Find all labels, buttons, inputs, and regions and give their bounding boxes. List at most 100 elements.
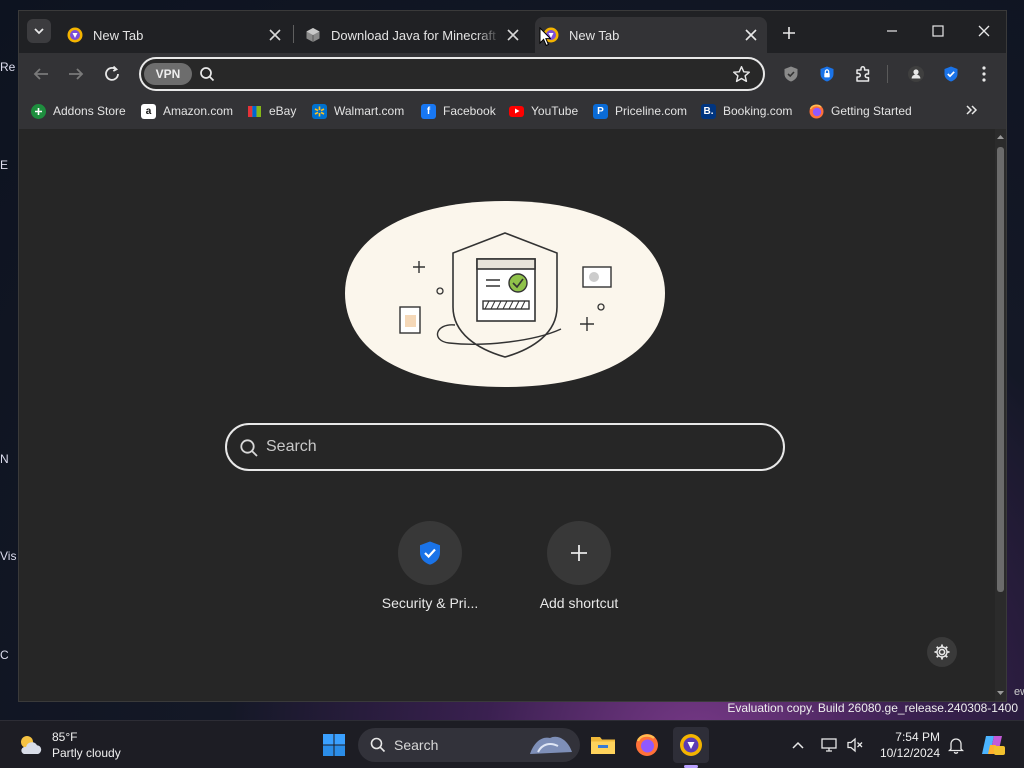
bookmark-label: eBay [269,104,297,118]
bookmark-priceline[interactable]: P Priceline.com [593,101,687,121]
minimize-icon [887,30,897,32]
customize-page-button[interactable] [927,637,957,667]
firefox-taskbar-button[interactable] [629,727,665,763]
bookmark-label: Getting Started [831,104,912,118]
taskbar-search[interactable]: Search [358,728,580,762]
shortcut-security-privacy[interactable]: Security & Pri... [370,521,490,611]
menu-button[interactable] [971,61,997,87]
taskbar: 85°F Partly cloudy Search 7:54 PM 10/12/… [0,720,1024,768]
chevron-down-icon [34,28,44,35]
bookmark-facebook[interactable]: f Facebook [421,101,496,121]
search-icon [370,737,386,753]
tab-search-button[interactable] [27,19,51,43]
maximize-button[interactable] [915,17,961,45]
tab-label: Download Java for Minecraft (R [331,27,501,43]
walmart-icon [312,103,327,119]
cube-icon [305,27,321,43]
facebook-icon: f [421,103,436,119]
bookmark-addons-store[interactable]: Addons Store [31,101,126,121]
tab-separator [293,25,294,43]
shortcut-label: Add shortcut [539,595,619,611]
shield-check-icon [420,541,440,565]
bookmark-label: Addons Store [53,104,126,118]
bookmark-ebay[interactable]: eBay [247,101,296,121]
close-tab-icon[interactable] [267,27,283,43]
file-explorer-button[interactable] [585,727,621,763]
weather-temperature: 85°F [52,730,78,744]
back-button[interactable] [28,61,54,87]
bookmark-amazon[interactable]: a Amazon.com [141,101,233,121]
add-shortcut-button[interactable]: Add shortcut [519,521,639,611]
close-icon [978,25,990,37]
page-search-box[interactable]: Search [225,423,785,471]
close-tab-icon[interactable] [743,27,759,43]
page-scrollbar[interactable] [995,129,1006,701]
network-button[interactable] [820,735,840,755]
close-window-button[interactable] [961,17,1007,45]
bookmark-label: Booking.com [723,104,793,118]
folder-icon [591,737,615,754]
minimize-button[interactable] [869,17,915,45]
priceline-icon: P [593,103,608,119]
desktop-icon-label: Re [0,60,16,74]
weather-widget[interactable]: 85°F Partly cloudy [16,729,121,761]
security-extension-button[interactable] [938,61,964,87]
extensions-button[interactable] [850,61,876,87]
bookmark-booking[interactable]: B. Booking.com [701,101,792,121]
clock-date: 10/12/2024 [879,746,940,760]
bookmark-youtube[interactable]: YouTube [509,101,578,121]
close-tab-icon[interactable] [505,27,521,43]
bookmark-walmart[interactable]: Walmart.com [312,101,404,121]
system-clock[interactable]: 7:54 PM 10/12/2024 [876,729,940,761]
lock-shield-icon [820,66,834,82]
reload-icon [105,65,119,81]
profile-button[interactable] [903,61,929,87]
copilot-icon [982,736,1005,755]
bookmark-getting-started[interactable]: Getting Started [809,101,912,121]
desktop-icon-label: N [0,452,9,466]
new-tab-page: Search Security & Pri... Add shortcut [19,129,997,701]
bookmark-label: Walmart.com [334,104,405,118]
volume-button[interactable] [845,735,865,755]
amazon-icon: a [141,103,156,119]
notifications-button[interactable] [946,735,966,755]
tab-download-java[interactable]: Download Java for Minecraft (R [297,17,529,53]
bookmarks-overflow-button[interactable] [966,105,978,115]
start-button[interactable] [316,727,352,763]
forward-button[interactable] [63,61,89,87]
bookmark-label: Facebook [443,104,496,118]
bookmarks-bar: Addons Store a Amazon.com eBay Walmart.c… [19,93,1006,129]
copilot-button[interactable] [980,733,1006,757]
taskbar-search-label: Search [394,737,439,753]
partly-cloudy-icon [21,736,42,754]
show-hidden-icons-button[interactable] [788,735,808,755]
scroll-up-icon[interactable] [995,133,1006,141]
reload-button[interactable] [99,61,125,87]
mouse-cursor-icon [539,27,551,47]
addons-store-icon [31,103,46,119]
desktop-icon-label: ew [1014,686,1024,698]
ebay-icon [247,104,262,119]
search-highlight-icon [530,736,572,754]
vpn-label: VPN [155,67,181,81]
password-extension-button[interactable] [814,61,840,87]
puzzle-icon [856,65,870,82]
tab-new-tab-1[interactable]: New Tab [59,17,291,53]
scroll-down-icon[interactable] [995,689,1006,697]
address-bar[interactable]: VPN [139,57,765,91]
address-input[interactable] [221,64,721,84]
bookmark-label: YouTube [531,104,579,118]
privacy-illustration [345,201,665,387]
double-chevron-right-icon [966,105,978,115]
bookmark-star-icon[interactable] [732,65,751,84]
browser-toolbar: VPN [19,53,1006,93]
tab-new-tab-active[interactable]: New Tab [535,17,767,53]
plus-icon [783,27,795,39]
vpn-toggle[interactable]: VPN [144,63,192,85]
browser-taskbar-button[interactable] [673,727,709,763]
browser-window: New Tab Download Java for Minecraft (R N… [18,10,1007,702]
scrollbar-thumb[interactable] [997,147,1004,592]
extension-shield-button[interactable] [778,61,804,87]
new-tab-button[interactable] [777,21,801,45]
shortcut-icon-circle [547,521,611,585]
